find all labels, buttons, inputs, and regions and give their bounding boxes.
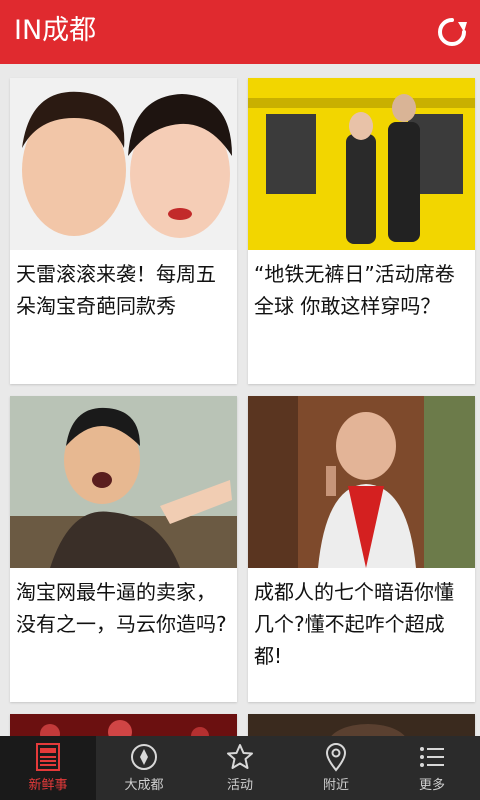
news-card-title: 成都人的七个暗语你懂几个?懂不起咋个超成都! (254, 580, 454, 668)
news-card[interactable]: 淘宝网最牛逼的卖家，没有之一，马云你造吗? (10, 396, 237, 702)
news-card-title: 天雷滚滚来袭！每周五朵淘宝奇葩同款秀 (16, 262, 216, 318)
tab-label: 新鲜事 (28, 778, 68, 793)
tab-label: 大成都 (124, 778, 164, 793)
news-card[interactable]: “地铁无裤日”活动席卷全球 你敢这样穿吗？ (248, 78, 475, 384)
news-card-image (248, 714, 475, 736)
star-icon (227, 744, 253, 769)
news-card[interactable]: 成都人的七个暗语你懂几个?懂不起咋个超成都! (248, 396, 475, 702)
news-card-title: 淘宝网最牛逼的卖家，没有之一，马云你造吗? (16, 580, 227, 636)
tab-chengdu[interactable]: 大成都 (96, 736, 192, 800)
list-icon (420, 747, 444, 767)
app-header: IN成都 (0, 0, 480, 64)
news-card-image (248, 396, 475, 568)
tab-nearby[interactable]: 附近 (288, 736, 384, 800)
news-card-image (10, 78, 237, 250)
tab-label: 更多 (418, 778, 445, 793)
news-card[interactable] (10, 714, 237, 736)
bottom-tab-bar: 新鲜事 大成都 活动 附近 更多 (0, 736, 480, 800)
tab-label: 附近 (322, 778, 349, 793)
refresh-icon[interactable] (436, 16, 468, 48)
news-card[interactable] (248, 714, 475, 736)
news-icon (36, 743, 60, 771)
location-pin-icon (325, 743, 347, 772)
news-feed[interactable]: 天雷滚滚来袭！每周五朵淘宝奇葩同款秀 “地铁无裤日”活动席卷全球 你敢这样穿吗？… (0, 64, 480, 736)
tab-events[interactable]: 活动 (192, 736, 288, 800)
tab-news[interactable]: 新鲜事 (0, 736, 96, 800)
tab-label: 活动 (226, 778, 253, 793)
compass-icon (131, 744, 157, 770)
tab-more[interactable]: 更多 (384, 736, 480, 800)
news-card-image (10, 396, 237, 568)
news-card-title: “地铁无裤日”活动席卷全球 你敢这样穿吗？ (254, 262, 455, 318)
news-card-image (10, 714, 237, 736)
news-card-image (248, 78, 475, 250)
app-title: IN成都 (14, 15, 97, 46)
news-card[interactable]: 天雷滚滚来袭！每周五朵淘宝奇葩同款秀 (10, 78, 237, 384)
